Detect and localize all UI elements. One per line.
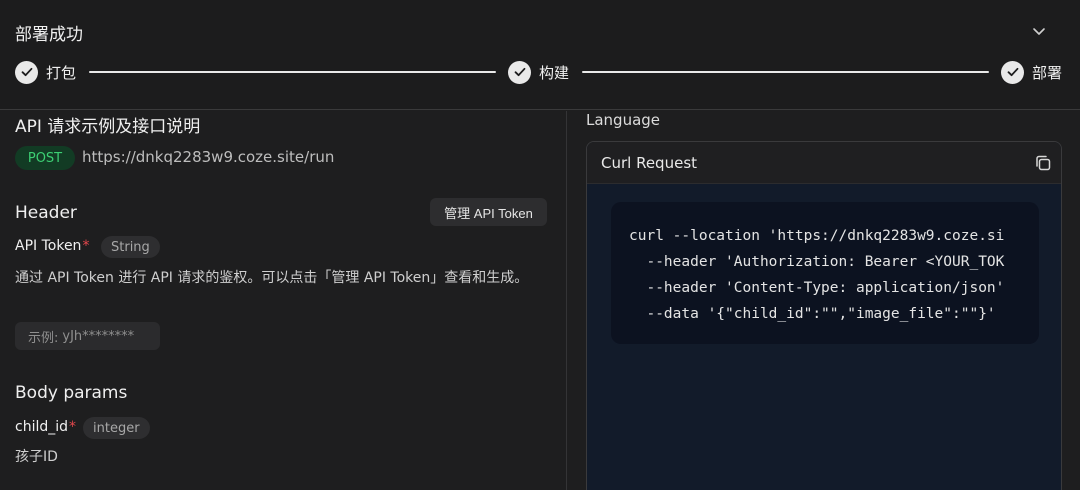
code-line: --header 'Authorization: Bearer <YOUR_TO… [629,254,1005,270]
header-section-title: Header [15,203,77,223]
param-description: 通过 API Token 进行 API 请求的鉴权。可以点击「管理 API To… [15,270,529,286]
check-circle-icon [1001,60,1024,84]
body-section-title: Body params [15,383,128,403]
step-label: 打包 [46,63,77,82]
step-deploy: 部署 [1001,60,1062,84]
param-description: 孩子ID [15,449,58,465]
step-package: 打包 [15,60,76,84]
code-line: --data '{"child_id":"","image_file":""}' [629,306,996,322]
manage-api-token-button[interactable]: 管理 API Token [430,198,547,226]
param-api-token: API Token * [15,238,89,254]
step-build: 构建 [508,60,569,84]
deploy-status-header: 部署成功 打包 构建 部署 [0,0,1080,110]
example-value: 示例: yJh******** [15,322,160,350]
progress-line [582,71,989,73]
check-circle-icon [508,60,531,84]
check-circle-icon [15,60,38,84]
code-card-header: Curl Request [587,142,1061,184]
pane-divider [566,111,567,490]
code-line: --header 'Content-Type: application/json… [629,280,1005,296]
type-badge: integer [83,417,150,439]
code-block[interactable]: curl --location 'https://dnkq2283w9.coze… [611,202,1039,344]
param-name: child_id [15,419,69,435]
method-badge: POST [15,146,75,170]
param-child-id: child_id * [15,419,76,435]
code-card: Curl Request curl --location 'https://dn… [586,141,1062,490]
copy-icon[interactable] [1033,153,1053,173]
page-title: 部署成功 [15,25,83,45]
progress-line [89,71,496,73]
example-text: yJh******** [62,328,135,344]
chevron-down-icon[interactable] [1030,22,1048,40]
code-card-title: Curl Request [601,154,698,172]
required-mark: * [69,419,77,435]
endpoint-url[interactable]: https://dnkq2283w9.coze.site/run [82,148,334,166]
step-label: 构建 [539,63,570,82]
step-label: 部署 [1032,63,1063,82]
param-name: API Token [15,238,82,254]
language-label: Language [586,111,661,129]
example-label: 示例: [28,330,59,346]
type-badge: String [101,236,160,258]
api-section-title: API 请求示例及接口说明 [15,117,201,137]
required-mark: * [82,238,90,254]
code-line: curl --location 'https://dnkq2283w9.coze… [629,228,1005,244]
